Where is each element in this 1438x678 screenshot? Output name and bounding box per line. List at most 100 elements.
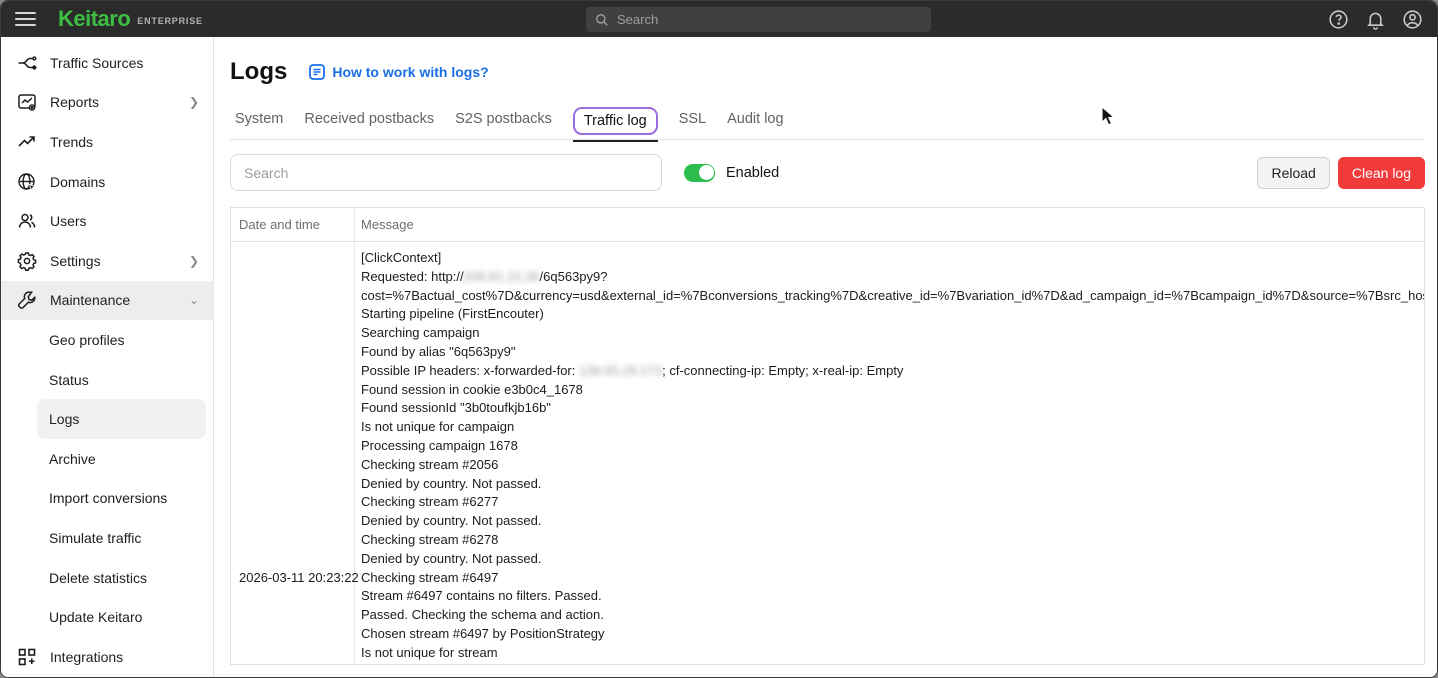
sidebar-item-label: Traffic Sources bbox=[50, 55, 199, 71]
log-datetime: 2026-03-11 20:23:22 bbox=[239, 570, 359, 585]
tab-traffic-log[interactable]: Traffic log bbox=[573, 107, 658, 135]
log-message-line: Found session in cookie e3b0c4_1678 bbox=[361, 381, 1418, 400]
sidebar: Traffic Sources Reports ❯ Trends Domains… bbox=[1, 37, 214, 678]
sidebar-subitem-delete-statistics[interactable]: Delete statistics bbox=[1, 558, 213, 598]
keitaro-logo: Keitaro bbox=[58, 6, 130, 32]
help-icon[interactable] bbox=[1328, 9, 1349, 30]
log-search-input[interactable] bbox=[230, 154, 662, 191]
global-search[interactable] bbox=[586, 7, 931, 32]
log-message-line: Passed. Checking the schema and action. bbox=[361, 606, 1418, 625]
topbar: Keitaro ENTERPRISE bbox=[1, 1, 1437, 37]
enabled-toggle[interactable] bbox=[684, 164, 715, 182]
reload-button[interactable]: Reload bbox=[1257, 157, 1329, 189]
log-message-line: Requested: http://206.81.22.26/6q563py9? bbox=[361, 268, 1418, 287]
sidebar-item-traffic-sources[interactable]: Traffic Sources bbox=[1, 43, 213, 83]
sidebar-subitem-label: Logs bbox=[49, 411, 79, 427]
log-message-line: Stream #6497 contains no filters. Passed… bbox=[361, 587, 1418, 606]
integrations-icon bbox=[17, 647, 37, 667]
tab-s2s-postbacks[interactable]: S2S postbacks bbox=[455, 102, 552, 139]
sidebar-item-label: Integrations bbox=[50, 649, 199, 665]
log-date-cell: 2026-03-11 20:23:22 bbox=[231, 242, 355, 665]
log-message-line: Schema is redirect, skip choosing landin… bbox=[361, 663, 1418, 665]
sidebar-subitem-label: Simulate traffic bbox=[49, 530, 141, 546]
table-row: 2026-03-11 20:23:22 [ClickContext]Reques… bbox=[231, 242, 1424, 665]
sidebar-item-label: Users bbox=[50, 213, 199, 229]
trends-icon bbox=[17, 132, 37, 152]
sidebar-item-label: Domains bbox=[50, 174, 199, 190]
log-message-line: Denied by country. Not passed. bbox=[361, 550, 1418, 569]
sidebar-item-integrations[interactable]: Integrations bbox=[1, 637, 213, 677]
notifications-bell-icon[interactable] bbox=[1365, 9, 1386, 30]
log-message-line: Denied by country. Not passed. bbox=[361, 475, 1418, 494]
tab-ssl[interactable]: SSL bbox=[679, 102, 706, 139]
redacted-ip: 206.81.22.26 bbox=[464, 269, 540, 284]
global-search-input[interactable] bbox=[617, 12, 922, 27]
log-message-line: Checking stream #6278 bbox=[361, 531, 1418, 550]
sidebar-subitem-label: Status bbox=[49, 372, 89, 388]
table-header: Date and time Message bbox=[231, 208, 1424, 242]
log-message-line: Found by alias "6q563py9" bbox=[361, 343, 1418, 362]
enabled-toggle-wrap[interactable]: Enabled bbox=[684, 164, 779, 182]
log-message-line: Checking stream #6497 bbox=[361, 569, 1418, 588]
help-link-text[interactable]: How to work with logs? bbox=[332, 64, 488, 80]
sidebar-item-label: Maintenance bbox=[50, 292, 189, 308]
enabled-toggle-label: Enabled bbox=[726, 165, 779, 181]
log-message-line: [ClickContext] bbox=[361, 249, 1418, 268]
log-message-cell: [ClickContext]Requested: http://206.81.2… bbox=[355, 242, 1424, 665]
sidebar-subitem-geo-profiles[interactable]: Geo profiles bbox=[1, 320, 213, 360]
doc-icon bbox=[309, 64, 325, 80]
account-icon[interactable] bbox=[1402, 9, 1423, 30]
users-icon bbox=[17, 211, 37, 231]
log-message-line: Found sessionId "3b0toufkjb16b" bbox=[361, 399, 1418, 418]
sidebar-subitem-import-conversions[interactable]: Import conversions bbox=[1, 479, 213, 519]
sidebar-subitem-logs[interactable]: Logs bbox=[37, 399, 206, 439]
sidebar-item-reports[interactable]: Reports ❯ bbox=[1, 83, 213, 123]
domains-icon bbox=[17, 172, 37, 192]
sidebar-subitem-update-keitaro[interactable]: Update Keitaro bbox=[1, 597, 213, 637]
log-message-line: Checking stream #6277 bbox=[361, 493, 1418, 512]
tab-system[interactable]: System bbox=[235, 102, 283, 139]
log-message-line: Starting pipeline (FirstEncouter) bbox=[361, 305, 1418, 324]
sidebar-subitem-label: Delete statistics bbox=[49, 570, 147, 586]
chevron-right-icon: ❯ bbox=[189, 254, 199, 268]
chevron-right-icon: ❯ bbox=[189, 95, 199, 109]
sidebar-subitem-status[interactable]: Status bbox=[1, 360, 213, 400]
sidebar-item-label: Trends bbox=[50, 134, 199, 150]
tab-received-postbacks[interactable]: Received postbacks bbox=[304, 102, 434, 139]
wrench-icon bbox=[17, 290, 37, 310]
chevron-down-icon: ⌄ bbox=[189, 293, 199, 307]
log-table: Date and time Message 2026-03-11 20:23:2… bbox=[230, 207, 1425, 665]
sidebar-subitem-simulate-traffic[interactable]: Simulate traffic bbox=[1, 518, 213, 558]
log-message-line: Possible IP headers: x-forwarded-for: 13… bbox=[361, 362, 1418, 381]
keitaro-app-window: Keitaro ENTERPRISE Traffic Sources Repor… bbox=[0, 0, 1438, 678]
redacted-ip: 139.65.29.173 bbox=[579, 363, 662, 378]
sidebar-item-trends[interactable]: Trends bbox=[1, 122, 213, 162]
sidebar-subitem-label: Update Keitaro bbox=[49, 609, 142, 625]
sidebar-item-settings[interactable]: Settings ❯ bbox=[1, 241, 213, 281]
log-message-line: Is not unique for stream bbox=[361, 644, 1418, 663]
sidebar-item-maintenance[interactable]: Maintenance ⌄ bbox=[1, 281, 213, 321]
sidebar-subitem-label: Import conversions bbox=[49, 490, 167, 506]
gear-icon bbox=[17, 251, 37, 271]
log-message-line: cost=%7Bactual_cost%7D&currency=usd&exte… bbox=[361, 287, 1418, 306]
log-message-line: Chosen stream #6497 by PositionStrategy bbox=[361, 625, 1418, 644]
sidebar-subitem-label: Geo profiles bbox=[49, 332, 124, 348]
hamburger-menu-icon[interactable] bbox=[15, 12, 36, 26]
help-doc-link[interactable]: How to work with logs? bbox=[309, 64, 488, 80]
column-header-message: Message bbox=[355, 208, 1424, 241]
log-message-line: Is not unique for campaign bbox=[361, 418, 1418, 437]
enterprise-badge: ENTERPRISE bbox=[137, 16, 203, 26]
log-tabs: System Received postbacks S2S postbacks … bbox=[230, 102, 1425, 140]
sidebar-item-users[interactable]: Users bbox=[1, 201, 213, 241]
page-title: Logs bbox=[230, 58, 287, 86]
sidebar-item-label: Settings bbox=[50, 253, 189, 269]
clean-log-button[interactable]: Clean log bbox=[1338, 157, 1425, 189]
column-header-date: Date and time bbox=[231, 208, 355, 241]
log-message-line: Checking stream #2056 bbox=[361, 456, 1418, 475]
search-icon bbox=[595, 13, 609, 27]
log-message-line: Denied by country. Not passed. bbox=[361, 512, 1418, 531]
tab-audit-log[interactable]: Audit log bbox=[727, 102, 783, 139]
sidebar-item-domains[interactable]: Domains bbox=[1, 162, 213, 202]
log-message-line: Processing campaign 1678 bbox=[361, 437, 1418, 456]
sidebar-subitem-archive[interactable]: Archive bbox=[1, 439, 213, 479]
